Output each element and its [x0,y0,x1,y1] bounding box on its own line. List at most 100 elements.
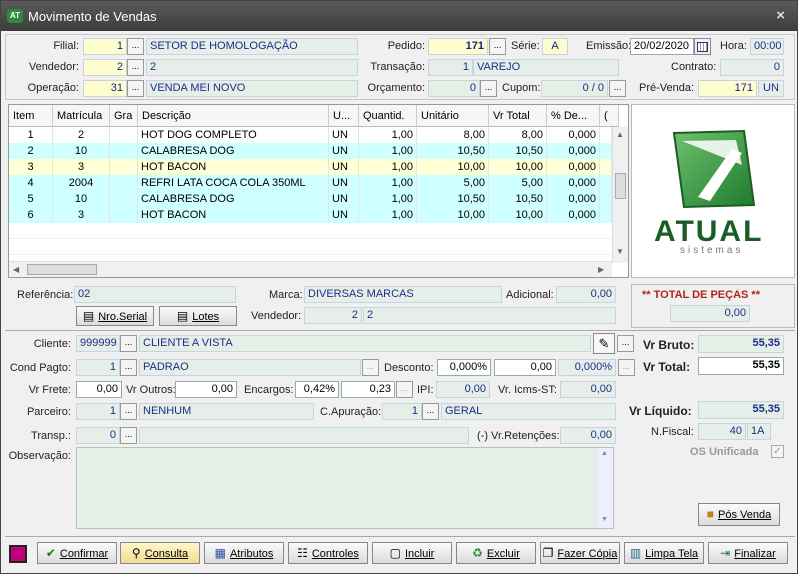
scroll-thumb[interactable] [615,173,626,199]
cell-total[interactable]: 10,50 [489,191,547,207]
excluir-button[interactable]: ♻ Excluir [456,542,536,564]
color-indicator-icon[interactable] [9,545,27,563]
cell-item[interactable]: 2 [9,143,53,159]
encargos-value-input[interactable]: 0,23 [341,381,395,398]
os-unificada-checkbox[interactable]: ✓ [771,445,784,458]
desconto-pct-input[interactable]: 0,000% [437,359,491,376]
operacao-code-input[interactable]: 31 [83,80,127,97]
filial-lookup-button[interactable]: ... [127,38,144,55]
cell-quant[interactable]: 1,00 [359,175,417,191]
cupom-lookup-button[interactable]: ... [609,80,626,97]
cell-total[interactable]: 10,00 [489,207,547,223]
pedido-lookup-button[interactable]: ... [489,38,506,55]
cell-gra[interactable] [110,127,138,143]
cell-desc[interactable]: 0,000 [547,175,600,191]
hscroll-thumb[interactable] [27,264,97,275]
controles-button[interactable]: ☷ Controles [288,542,368,564]
cliente-more-button[interactable]: ... [617,335,634,352]
encargos-pct-input[interactable]: 0,42% [295,381,339,398]
cell-unitario[interactable]: 8,00 [417,127,489,143]
desconto-more-button[interactable]: ... [618,359,635,376]
cell-item[interactable]: 5 [9,191,53,207]
emissao-date-input[interactable]: 20/02/2020 [630,38,694,55]
orcamento-lookup-button[interactable]: ... [480,80,497,97]
vroutros-input[interactable]: 0,00 [175,381,237,398]
scroll-right-arrow-icon[interactable]: ▶ [598,265,604,274]
observacao-textarea[interactable] [76,447,614,529]
vendedor-code-input[interactable]: 2 [83,59,127,76]
table-row[interactable]: 6 3 HOT BACON UN 1,00 10,00 10,00 0,000 [9,207,612,223]
cell-quant[interactable]: 1,00 [359,191,417,207]
nro-serial-button[interactable]: ▤ Nro.Serial [76,306,154,326]
scroll-up-arrow-icon[interactable]: ▲ [601,450,608,457]
cell-item[interactable]: 6 [9,207,53,223]
confirmar-button[interactable]: ✔ Confirmar [37,542,117,564]
cell-total[interactable]: 10,50 [489,143,547,159]
vertical-scrollbar[interactable]: ▲ ▼ [612,127,628,263]
table-row[interactable]: 4 2004 REFRI LATA COCA COLA 350ML UN 1,00 5,0… [9,175,612,191]
cell-descricao[interactable]: HOT BACON [138,159,329,175]
cell-matricula[interactable]: 2004 [53,175,110,191]
lotes-button[interactable]: ▤ Lotes [159,306,237,326]
desconto-value-input[interactable]: 0,00 [494,359,556,376]
cell-matricula[interactable]: 2 [53,127,110,143]
cell-desc[interactable]: 0,000 [547,159,600,175]
cell-quant[interactable]: 1,00 [359,127,417,143]
horizontal-scrollbar[interactable]: ◀ ▶ [9,261,612,277]
cell-matricula[interactable]: 10 [53,143,110,159]
capuracao-code-input[interactable]: 1 [382,403,422,420]
transp-lookup-button[interactable]: ... [120,427,137,444]
vrfrete-input[interactable]: 0,00 [76,381,122,398]
cell-desc[interactable]: 0,000 [547,143,600,159]
condpagto-lookup-button[interactable]: ... [120,359,137,376]
encargos-more-button[interactable]: ... [396,381,413,398]
cell-gra[interactable] [110,191,138,207]
orcamento-field[interactable]: 0 [428,80,480,97]
parceiro-lookup-button[interactable]: ... [120,403,137,420]
finalizar-button[interactable]: ⇥ Finalizar [708,542,788,564]
limpa-tela-button[interactable]: ▥ Limpa Tela [624,542,704,564]
filial-code-input[interactable]: 1 [83,38,127,55]
consulta-button[interactable]: ⚲ Consulta [120,542,200,564]
cell-unitario[interactable]: 5,00 [417,175,489,191]
calendar-icon[interactable] [694,38,711,55]
col-header-quantidade[interactable]: Quantid. [359,105,417,127]
cell-quant[interactable]: 1,00 [359,207,417,223]
edit-client-icon[interactable]: ✎ [593,333,615,354]
col-header-item[interactable]: Item [9,105,53,127]
scroll-left-arrow-icon[interactable]: ◀ [13,265,19,274]
items-grid[interactable]: Item Matrícula Gra Descrição U... Quanti… [8,104,629,278]
cell-un[interactable]: UN [329,127,359,143]
col-header-matricula[interactable]: Matrícula [53,105,110,127]
cell-descricao[interactable]: HOT DOG COMPLETO [138,127,329,143]
cell-gra[interactable] [110,175,138,191]
incluir-button[interactable]: ▢ Incluir [372,542,452,564]
cell-descricao[interactable]: HOT BACON [138,207,329,223]
col-header-descricao[interactable]: Descrição [138,105,329,127]
cell-gra[interactable] [110,143,138,159]
cell-desc[interactable]: 0,000 [547,191,600,207]
cell-descricao[interactable]: CALABRESA DOG [138,143,329,159]
cell-total[interactable]: 8,00 [489,127,547,143]
cell-item[interactable]: 4 [9,175,53,191]
operacao-lookup-button[interactable]: ... [127,80,144,97]
col-header-vr-total[interactable]: Vr Total [489,105,547,127]
cell-desc[interactable]: 0,000 [547,127,600,143]
cell-item[interactable]: 1 [9,127,53,143]
cell-total[interactable]: 10,00 [489,159,547,175]
parceiro-code-input[interactable]: 1 [76,403,120,420]
col-header-unitario[interactable]: Unitário [417,105,489,127]
cell-quant[interactable]: 1,00 [359,159,417,175]
cell-un[interactable]: UN [329,207,359,223]
cell-unitario[interactable]: 10,00 [417,159,489,175]
col-header-gra[interactable]: Gra [110,105,138,127]
cell-matricula[interactable]: 3 [53,159,110,175]
cell-un[interactable]: UN [329,191,359,207]
scroll-down-arrow-icon[interactable]: ▼ [601,516,608,523]
prevenda-field[interactable]: 171 [698,80,757,97]
scroll-up-arrow-icon[interactable]: ▲ [616,130,624,139]
close-button[interactable]: × [776,7,785,24]
cell-un[interactable]: UN [329,175,359,191]
cell-unitario[interactable]: 10,00 [417,207,489,223]
cell-descricao[interactable]: CALABRESA DOG [138,191,329,207]
